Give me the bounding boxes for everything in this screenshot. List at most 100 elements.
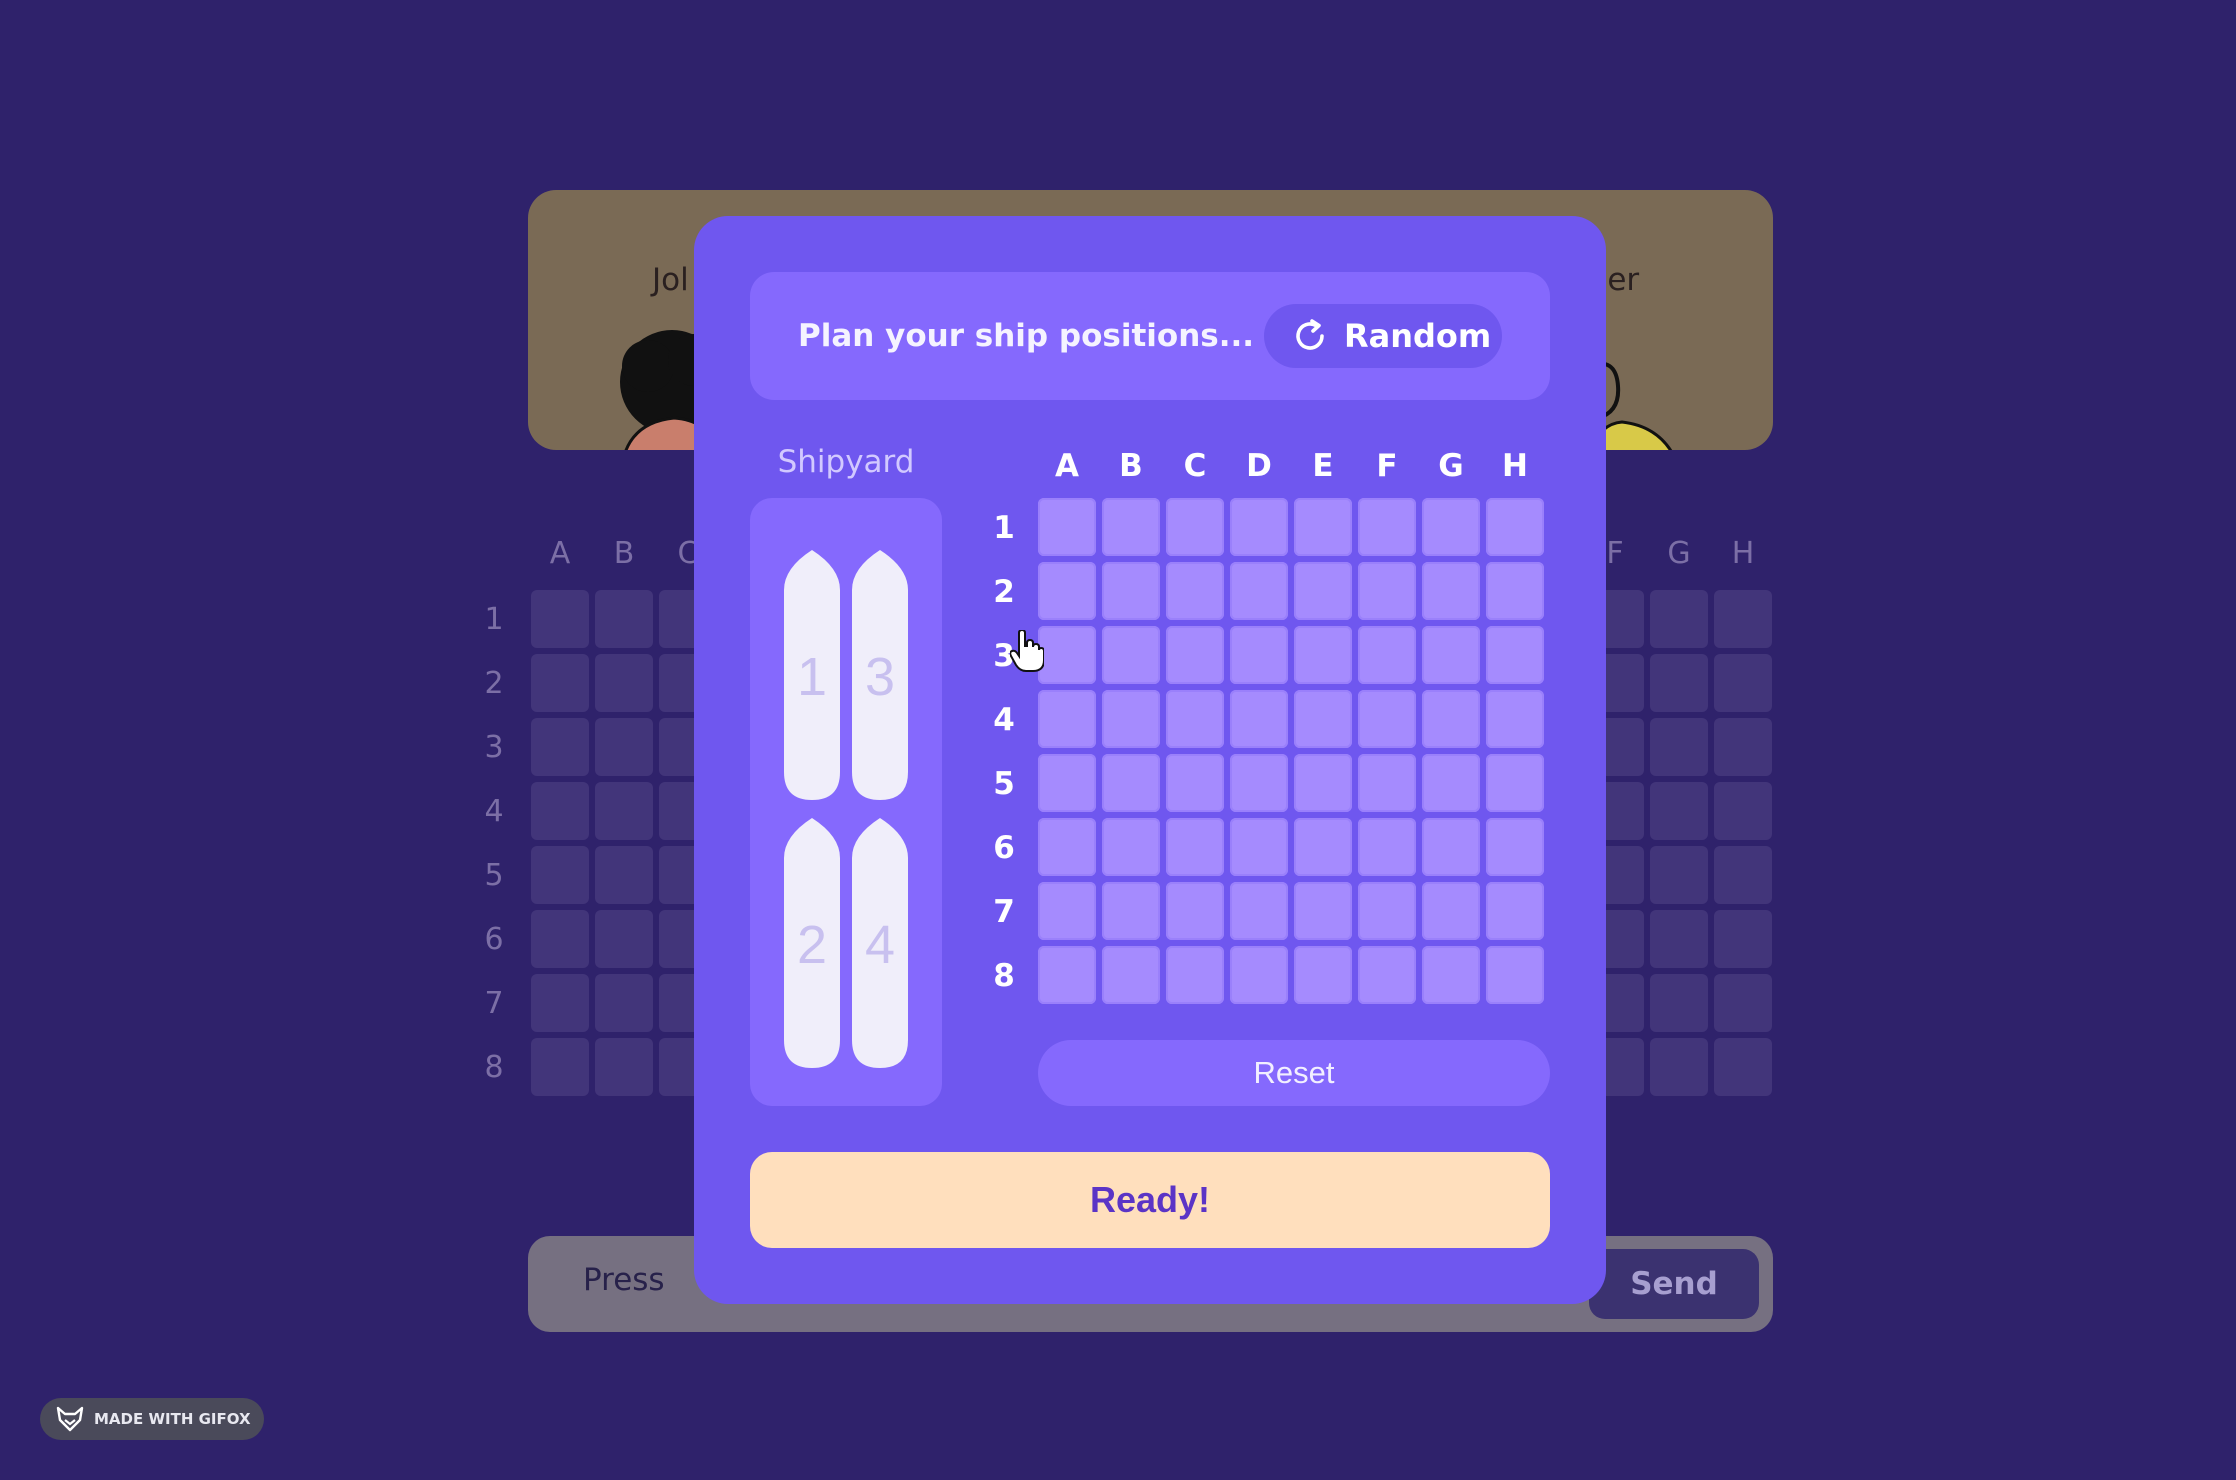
grid-cell-G5[interactable]: [1422, 754, 1480, 812]
fox-icon: [56, 1406, 84, 1432]
bg-cell: [1714, 718, 1772, 776]
grid-cell-G3[interactable]: [1422, 626, 1480, 684]
bg-row-label: 5: [484, 858, 504, 893]
player-left-name: Jol: [652, 262, 689, 298]
grid-cell-C7[interactable]: [1166, 882, 1224, 940]
grid-cell-D5[interactable]: [1230, 754, 1288, 812]
grid-cell-E5[interactable]: [1294, 754, 1352, 812]
ship-placement-modal: Plan your ship positions... Random Shipy…: [694, 216, 1606, 1304]
made-with-gifox-badge[interactable]: MADE WITH GIFOX: [40, 1398, 264, 1440]
grid-cell-A2[interactable]: [1038, 562, 1096, 620]
grid-cell-E7[interactable]: [1294, 882, 1352, 940]
grid-cell-D1[interactable]: [1230, 498, 1288, 556]
grid-cell-E1[interactable]: [1294, 498, 1352, 556]
grid-cell-A4[interactable]: [1038, 690, 1096, 748]
grid-cell-F8[interactable]: [1358, 946, 1416, 1004]
column-label: H: [1502, 448, 1528, 484]
grid-cell-B7[interactable]: [1102, 882, 1160, 940]
grid-cell-E3[interactable]: [1294, 626, 1352, 684]
grid-cell-F6[interactable]: [1358, 818, 1416, 876]
bg-row-label: 6: [484, 922, 504, 957]
bg-cell: [595, 974, 653, 1032]
ship-3[interactable]: 3: [852, 550, 908, 800]
send-button[interactable]: Send: [1589, 1249, 1759, 1319]
grid-cell-A8[interactable]: [1038, 946, 1096, 1004]
grid-cell-E8[interactable]: [1294, 946, 1352, 1004]
grid-cell-B4[interactable]: [1102, 690, 1160, 748]
bg-cell: [595, 846, 653, 904]
grid-cell-G1[interactable]: [1422, 498, 1480, 556]
row-label: 4: [993, 702, 1015, 738]
grid-cell-B3[interactable]: [1102, 626, 1160, 684]
grid-cell-C5[interactable]: [1166, 754, 1224, 812]
bg-cell: [531, 846, 589, 904]
grid-cell-B1[interactable]: [1102, 498, 1160, 556]
grid-cell-A3[interactable]: [1038, 626, 1096, 684]
refresh-icon: [1296, 319, 1324, 350]
row-label: 7: [993, 894, 1015, 930]
grid-cell-H8[interactable]: [1486, 946, 1544, 1004]
grid-cell-F4[interactable]: [1358, 690, 1416, 748]
random-button[interactable]: Random: [1264, 304, 1502, 368]
grid-cell-C6[interactable]: [1166, 818, 1224, 876]
grid-cell-H4[interactable]: [1486, 690, 1544, 748]
grid-cell-F7[interactable]: [1358, 882, 1416, 940]
grid-cell-C4[interactable]: [1166, 690, 1224, 748]
grid-cell-H5[interactable]: [1486, 754, 1544, 812]
grid-cell-H6[interactable]: [1486, 818, 1544, 876]
grid-cell-A5[interactable]: [1038, 754, 1096, 812]
grid-cell-D2[interactable]: [1230, 562, 1288, 620]
reset-button[interactable]: Reset: [1038, 1040, 1550, 1106]
grid-cell-F3[interactable]: [1358, 626, 1416, 684]
ship-2[interactable]: 2: [784, 818, 840, 1068]
grid-cell-G7[interactable]: [1422, 882, 1480, 940]
bg-cell: [1714, 974, 1772, 1032]
grid-cell-D4[interactable]: [1230, 690, 1288, 748]
modal-title: Plan your ship positions...: [798, 318, 1255, 354]
grid-cell-C8[interactable]: [1166, 946, 1224, 1004]
grid-cell-H2[interactable]: [1486, 562, 1544, 620]
grid-cell-G6[interactable]: [1422, 818, 1480, 876]
grid-cell-F2[interactable]: [1358, 562, 1416, 620]
grid-cell-C1[interactable]: [1166, 498, 1224, 556]
grid-cell-E2[interactable]: [1294, 562, 1352, 620]
bg-column-label: G: [1667, 536, 1691, 571]
grid-cell-E4[interactable]: [1294, 690, 1352, 748]
grid-cell-A1[interactable]: [1038, 498, 1096, 556]
grid-cell-C3[interactable]: [1166, 626, 1224, 684]
ship-1[interactable]: 1: [784, 550, 840, 800]
column-label: B: [1119, 448, 1143, 484]
grid-cell-H7[interactable]: [1486, 882, 1544, 940]
bg-row-label: 8: [484, 1050, 504, 1085]
grid-cell-G2[interactable]: [1422, 562, 1480, 620]
grid-cell-H3[interactable]: [1486, 626, 1544, 684]
ship-4[interactable]: 4: [852, 818, 908, 1068]
row-label: 6: [993, 830, 1015, 866]
bg-row-label: 1: [484, 602, 504, 637]
grid-cell-H1[interactable]: [1486, 498, 1544, 556]
grid-cell-D7[interactable]: [1230, 882, 1288, 940]
grid-cell-A6[interactable]: [1038, 818, 1096, 876]
grid-cell-G8[interactable]: [1422, 946, 1480, 1004]
grid-cell-B2[interactable]: [1102, 562, 1160, 620]
chat-hint: Press: [583, 1262, 665, 1298]
grid-cell-E6[interactable]: [1294, 818, 1352, 876]
grid-cell-G4[interactable]: [1422, 690, 1480, 748]
grid-cell-F5[interactable]: [1358, 754, 1416, 812]
bg-column-label: A: [549, 536, 571, 571]
grid-cell-B8[interactable]: [1102, 946, 1160, 1004]
ready-button[interactable]: Ready!: [750, 1152, 1550, 1248]
bg-cell: [1714, 910, 1772, 968]
bg-column-label: B: [613, 536, 635, 571]
bg-cell: [595, 718, 653, 776]
grid-cell-D3[interactable]: [1230, 626, 1288, 684]
grid-cell-D6[interactable]: [1230, 818, 1288, 876]
grid-cell-D8[interactable]: [1230, 946, 1288, 1004]
grid-cell-B6[interactable]: [1102, 818, 1160, 876]
grid-cell-B5[interactable]: [1102, 754, 1160, 812]
bg-row-label: 4: [484, 794, 504, 829]
grid-cell-A7[interactable]: [1038, 882, 1096, 940]
bg-cell: [1650, 1038, 1708, 1096]
grid-cell-C2[interactable]: [1166, 562, 1224, 620]
grid-cell-F1[interactable]: [1358, 498, 1416, 556]
